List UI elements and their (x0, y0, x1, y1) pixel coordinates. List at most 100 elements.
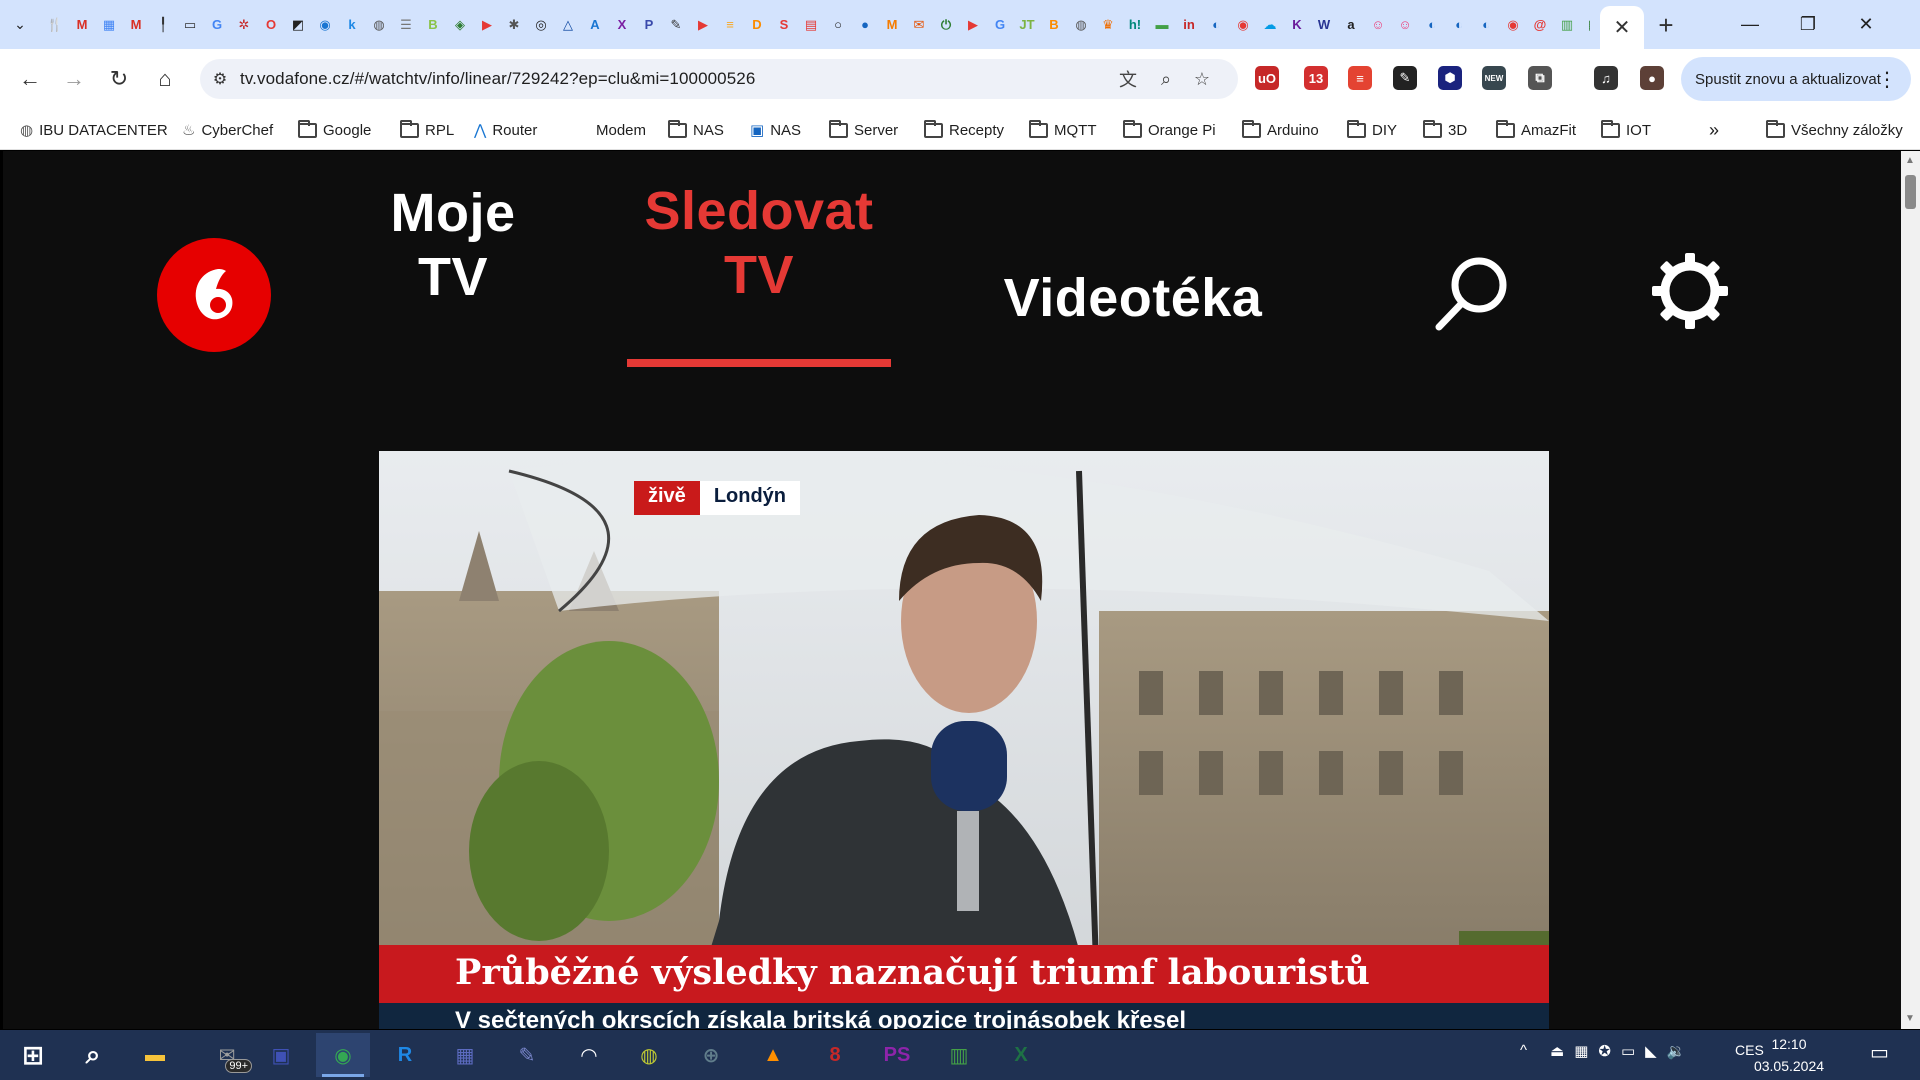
chrome-taskbar-button[interactable]: ◉ (316, 1033, 370, 1077)
search-icon[interactable] (1431, 253, 1513, 335)
terminal-icon[interactable]: ▤ (1583, 14, 1590, 36)
gmail-icon[interactable]: M (71, 14, 93, 36)
bookmark-router[interactable]: ⋀ Router (474, 118, 537, 142)
bug-icon[interactable]: ✱ (503, 14, 525, 36)
todoist-icon[interactable]: ≡ (1348, 66, 1372, 90)
bookmark-recepty[interactable]: Recepty (924, 118, 1004, 142)
back-icon[interactable]: ← (12, 61, 48, 97)
bookmark-mqtt[interactable]: MQTT (1029, 118, 1097, 142)
tab-search-chevron-icon[interactable]: ⌄ (0, 5, 40, 45)
tray-overflow-icon[interactable]: ^ (1520, 1042, 1527, 1059)
volume-icon[interactable]: 🔉 (1667, 1043, 1686, 1060)
grid-icon[interactable]: ▦ (98, 14, 120, 36)
bookmark-amazfit[interactable]: AmazFit (1496, 118, 1576, 142)
headphones-taskbar-button[interactable]: ◠ (562, 1033, 616, 1077)
globe-icon[interactable]: ◍ (368, 14, 390, 36)
pin-icon[interactable]: ╿ (152, 14, 174, 36)
chat-icon[interactable]: ◉ (314, 14, 336, 36)
minimize-icon[interactable]: — (1721, 0, 1779, 49)
bookmark-cyberchef[interactable]: ♨ CyberChef (182, 118, 273, 142)
bookmark-server[interactable]: Server (829, 118, 898, 142)
calculator-taskbar-button[interactable]: ▦ (438, 1033, 492, 1077)
bookmark-nas[interactable]: NAS (668, 118, 724, 142)
wifi-icon[interactable]: ◣ (1645, 1043, 1657, 1060)
k-icon[interactable]: k (341, 14, 363, 36)
vodafone-logo[interactable] (157, 238, 271, 352)
k-icon[interactable]: K (1286, 14, 1308, 36)
utensils-icon[interactable]: 🍴 (44, 14, 66, 36)
close-window-icon[interactable]: ✕ (1837, 0, 1895, 49)
m-icon[interactable]: M (881, 14, 903, 36)
youtube-icon[interactable]: ▶ (692, 14, 714, 36)
eyedropper-icon[interactable]: ✎ (1393, 66, 1417, 90)
a-icon[interactable]: a (1340, 14, 1362, 36)
bookmark-ibu-datacenter[interactable]: ◍ IBU DATACENTER (20, 118, 168, 142)
bookmark-nas[interactable]: ▣ NAS (750, 118, 801, 142)
tv-icon[interactable]: ▭ (179, 14, 201, 36)
p-icon[interactable]: P (638, 14, 660, 36)
url-text[interactable]: tv.vodafone.cz/#/watchtv/info/linear/729… (240, 69, 755, 89)
search-taskbar-button[interactable]: ⌕ (66, 1033, 120, 1077)
youtube-icon[interactable]: ▶ (962, 14, 984, 36)
usb-icon[interactable]: ⏏ (1550, 1043, 1564, 1060)
clock[interactable]: 12:10 03.05.2024 (1752, 1033, 1826, 1077)
globe-icon[interactable]: ◍ (1070, 14, 1092, 36)
google-icon[interactable]: G (989, 14, 1011, 36)
jt-icon[interactable]: JT (1016, 14, 1038, 36)
bookmark-orange-pi[interactable]: Orange Pi (1123, 118, 1216, 142)
target-icon[interactable]: ◉ (1232, 14, 1254, 36)
face-icon[interactable]: ☺ (1367, 14, 1389, 36)
app-8-taskbar-button[interactable]: 8 (808, 1033, 862, 1077)
a-icon[interactable]: A (584, 14, 606, 36)
bookmark-star-icon[interactable]: ☆ (1190, 67, 1214, 91)
bookmark-3d[interactable]: 3D (1423, 118, 1467, 142)
site-info-icon[interactable]: ⚙ (200, 69, 240, 89)
eye-icon[interactable]: ◎ (530, 14, 552, 36)
bookmark-rpl[interactable]: RPL (400, 118, 454, 142)
ublock-icon[interactable]: uO (1255, 66, 1279, 90)
tool-icon[interactable]: ✎ (665, 14, 687, 36)
keyboard-icon[interactable]: ▦ (1574, 1043, 1588, 1060)
youtube-icon[interactable]: ▶ (476, 14, 498, 36)
avatar-icon[interactable]: ● (1640, 66, 1664, 90)
bookmark-arduino[interactable]: Arduino (1242, 118, 1319, 142)
doc-icon[interactable]: ☰ (395, 14, 417, 36)
defender-icon[interactable]: ✪ (1598, 1043, 1611, 1060)
swirl-icon[interactable]: ◐ (1448, 14, 1470, 36)
nav-watch-tv[interactable]: Sledovat TV (623, 183, 895, 303)
video-player[interactable]: živě Londýn Průběžné výsledky naznačují … (379, 451, 1549, 1029)
close-tab-icon[interactable]: ✕ (1614, 15, 1631, 40)
google-icon[interactable]: G (206, 14, 228, 36)
page-scrollbar[interactable]: ▲ ▼ (1901, 151, 1920, 1029)
excel-taskbar-button[interactable]: X (994, 1033, 1048, 1077)
b-icon[interactable]: B (422, 14, 444, 36)
power-icon[interactable]: ⏻ (935, 14, 957, 36)
vlc-taskbar-button[interactable]: ▲ (746, 1033, 800, 1077)
swirl-icon[interactable]: ◐ (1205, 14, 1227, 36)
settings-gear-icon[interactable] (1650, 251, 1730, 331)
bookmark-diy[interactable]: DIY (1347, 118, 1397, 142)
swirl-icon[interactable]: ◐ (1421, 14, 1443, 36)
scroll-down-icon[interactable]: ▼ (1905, 1013, 1915, 1024)
battery-icon[interactable]: ▭ (1621, 1043, 1635, 1060)
new-tab-button[interactable]: + (1650, 10, 1682, 40)
nav-my-tv[interactable]: Moje TV (358, 185, 548, 305)
mail-badge-taskbar-button[interactable]: ✉ 99+ (200, 1033, 254, 1077)
home-icon[interactable]: ⌂ (147, 61, 183, 97)
forward-icon[interactable]: → (56, 61, 92, 97)
face-icon[interactable]: ☺ (1394, 14, 1416, 36)
save-disk-taskbar-button[interactable]: ▣ (254, 1033, 308, 1077)
w-icon[interactable]: W (1313, 14, 1335, 36)
gear-icon[interactable]: ✲ (233, 14, 255, 36)
s-icon[interactable]: S (773, 14, 795, 36)
books-taskbar-button[interactable]: ▥ (932, 1033, 986, 1077)
puzzle-icon[interactable]: ⧉ (1528, 66, 1552, 90)
extension-badge-icon[interactable]: 13 (1304, 66, 1328, 90)
triangle-icon[interactable]: △ (557, 14, 579, 36)
notifications-icon[interactable]: ▭ (1870, 1040, 1889, 1065)
news-icon[interactable]: ≡ (719, 14, 741, 36)
zoom-icon[interactable]: ⌕ (1154, 67, 1178, 91)
blogger-icon[interactable]: B (1043, 14, 1065, 36)
mail-icon[interactable]: ✉ (908, 14, 930, 36)
scroll-up-icon[interactable]: ▲ (1905, 155, 1915, 166)
